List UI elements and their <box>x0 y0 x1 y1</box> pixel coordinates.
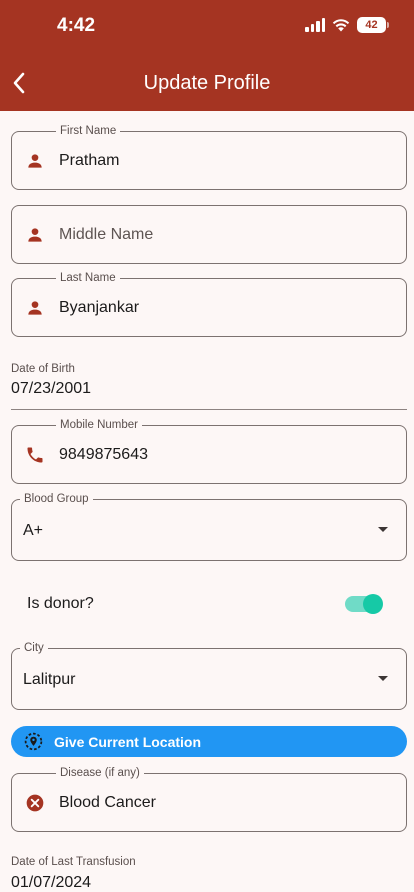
is-donor-toggle[interactable] <box>345 594 383 614</box>
dob-underline <box>11 409 407 410</box>
disease-label: Disease (if any) <box>56 766 144 780</box>
disease-value: Blood Cancer <box>59 794 156 811</box>
last-transfusion-label: Date of Last Transfusion <box>11 856 136 868</box>
mobile-number-label: Mobile Number <box>56 418 142 432</box>
status-time: 4:42 <box>57 15 96 36</box>
middle-name-field[interactable]: Middle Name <box>11 205 407 264</box>
phone-icon <box>27 447 43 463</box>
app-bar: 4:42 42 Update Profile <box>0 0 414 111</box>
last-name-value: Byanjankar <box>59 299 140 316</box>
blood-group-label: Blood Group <box>20 492 93 506</box>
middle-name-placeholder: Middle Name <box>59 226 154 243</box>
cancel-circle-icon <box>26 794 44 812</box>
give-current-location-label: Give Current Location <box>54 734 202 750</box>
first-name-field[interactable]: First Name Pratham <box>11 124 407 190</box>
blood-group-value: A+ <box>23 522 44 539</box>
last-transfusion-value[interactable]: 01/07/2024 <box>11 874 91 892</box>
give-current-location-button[interactable]: Give Current Location <box>11 726 407 757</box>
dropdown-arrow-icon <box>378 527 388 532</box>
city-dropdown[interactable]: City Lalitpur <box>11 641 407 710</box>
dropdown-arrow-icon <box>378 676 388 681</box>
cellular-signal-icon <box>305 18 325 32</box>
first-name-value: Pratham <box>59 152 120 169</box>
location-target-icon <box>24 732 43 751</box>
mobile-number-value: 9849875643 <box>59 446 148 463</box>
disease-field[interactable]: Disease (if any) Blood Cancer <box>11 766 407 832</box>
toggle-knob <box>363 594 383 614</box>
person-icon <box>28 301 42 315</box>
is-donor-label: Is donor? <box>27 595 94 612</box>
last-name-label: Last Name <box>56 271 120 285</box>
person-icon <box>28 154 42 168</box>
dob-label: Date of Birth <box>11 363 75 375</box>
blood-group-dropdown[interactable]: Blood Group A+ <box>11 492 407 561</box>
battery-icon: 42 <box>357 17 389 33</box>
person-icon <box>28 228 42 242</box>
first-name-label: First Name <box>56 124 121 138</box>
page-title: Update Profile <box>143 72 271 94</box>
city-label: City <box>20 641 48 655</box>
last-name-field[interactable]: Last Name Byanjankar <box>11 271 407 337</box>
status-icons: 42 <box>305 17 389 33</box>
dob-value[interactable]: 07/23/2001 <box>11 380 91 398</box>
mobile-number-field[interactable]: Mobile Number 9849875643 <box>11 418 407 484</box>
wifi-icon <box>332 19 350 32</box>
city-value: Lalitpur <box>23 671 76 688</box>
